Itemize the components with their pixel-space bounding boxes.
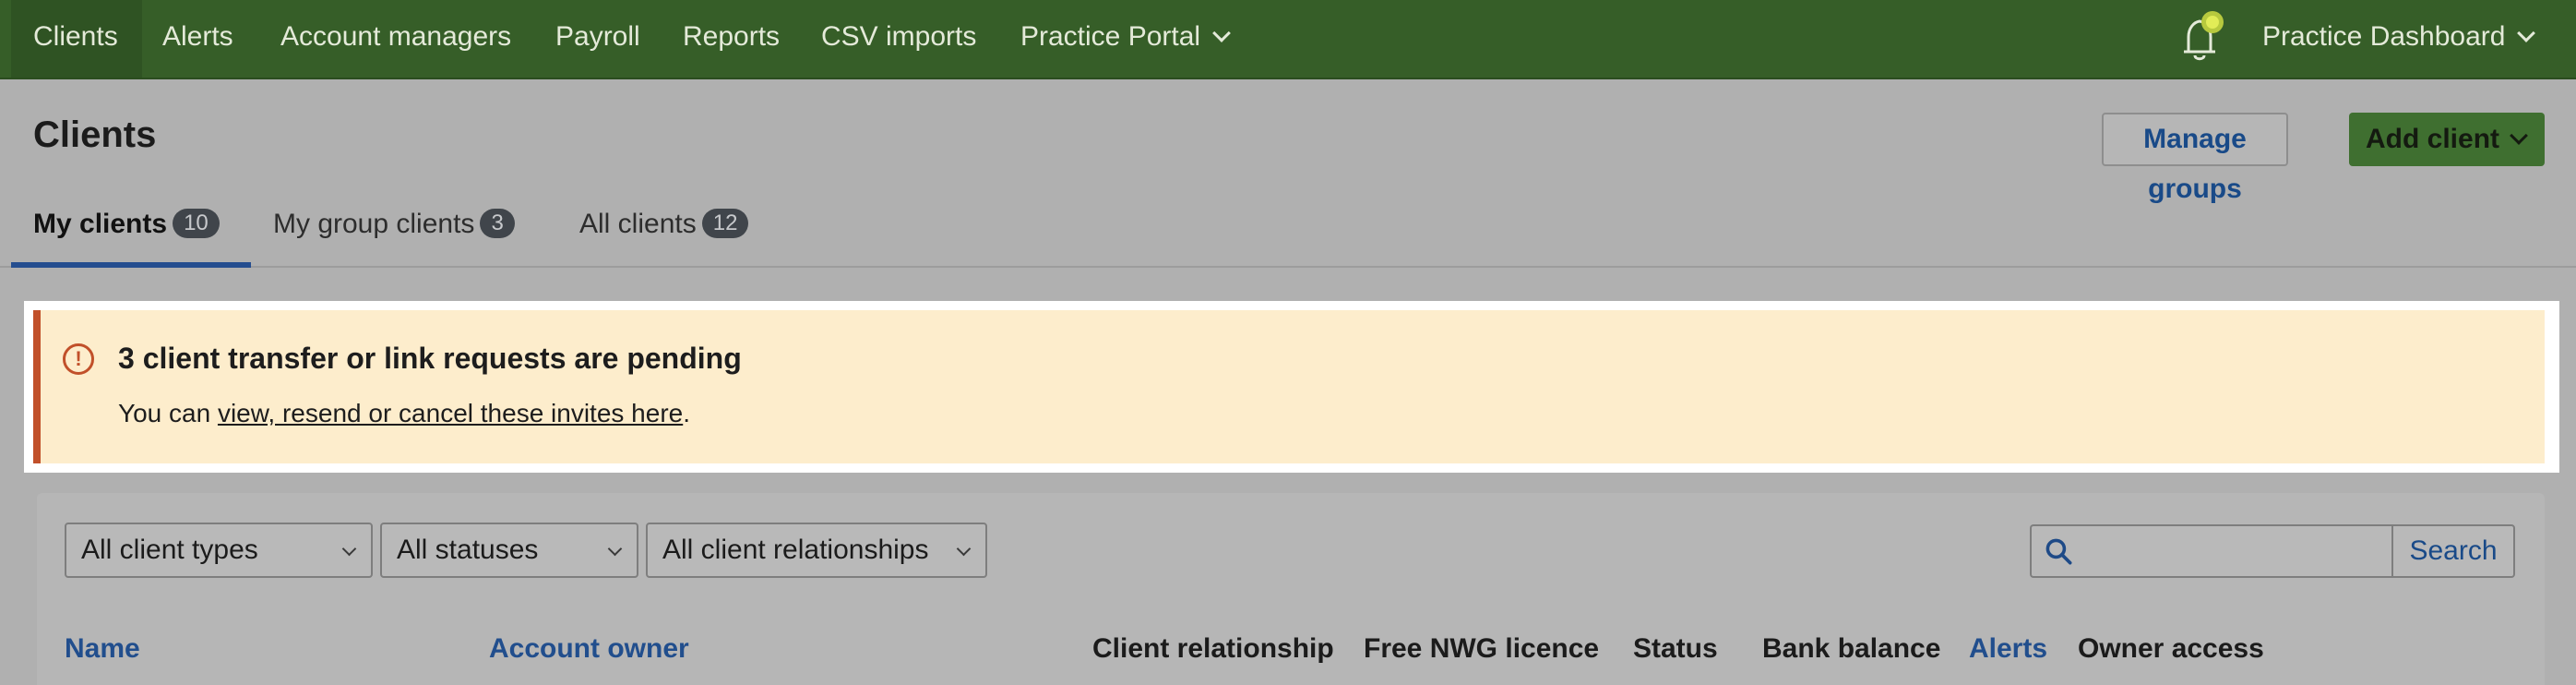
relationship-select[interactable]: All client relationships <box>646 523 987 578</box>
count-badge: 3 <box>480 209 515 238</box>
add-client-button[interactable]: Add client <box>2349 113 2545 166</box>
notification-bell-icon[interactable] <box>2176 9 2231 65</box>
manage-groups-button[interactable]: Manage groups <box>2102 113 2288 204</box>
client-type-select[interactable]: All client types <box>65 523 373 578</box>
column-header-free-licence: Free NWG licence <box>1364 633 1600 664</box>
pending-requests-banner <box>33 310 2545 463</box>
tab-all-clients[interactable]: All clients 12 <box>579 209 749 240</box>
nav-alerts-label: Alerts <box>162 21 233 52</box>
column-header-client-relationship: Client relationship <box>1092 633 1334 664</box>
chevron-down-icon <box>1212 24 1231 42</box>
banner-text-before: You can <box>118 399 218 427</box>
search-input[interactable] <box>2030 524 2393 578</box>
relationship-value: All client relationships <box>662 535 929 565</box>
column-header-bank-balance: Bank balance <box>1762 633 1941 664</box>
nav-account-managers[interactable]: Account managers <box>280 0 511 78</box>
practice-dashboard-menu[interactable]: Practice Dashboard <box>2262 0 2536 78</box>
nav-payroll-label: Payroll <box>555 21 640 52</box>
chevron-down-icon <box>341 541 357 557</box>
search-button[interactable]: Search <box>2391 524 2515 578</box>
tab-my-group-clients[interactable]: My group clients 3 <box>273 209 515 240</box>
chevron-down-icon <box>607 541 623 557</box>
nav-practice-portal[interactable]: Practice Portal <box>1020 0 1231 78</box>
chevron-down-icon <box>956 541 972 557</box>
nav-reports-label: Reports <box>683 21 781 52</box>
column-header-account-owner[interactable]: Account owner <box>489 633 689 665</box>
column-header-alerts[interactable]: Alerts <box>1969 633 2047 665</box>
search-icon <box>2045 538 2072 565</box>
tabs-divider <box>0 266 2576 268</box>
status-select[interactable]: All statuses <box>380 523 638 578</box>
banner-title: 3 client transfer or link requests are p… <box>118 342 742 375</box>
page-title: Clients <box>33 114 157 155</box>
column-header-name[interactable]: Name <box>65 633 140 665</box>
nav-payroll[interactable]: Payroll <box>555 0 640 78</box>
chevron-down-icon <box>2517 24 2536 42</box>
nav-clients[interactable]: Clients <box>11 0 142 78</box>
active-tab-indicator <box>11 262 251 268</box>
view-invites-link[interactable]: view, resend or cancel these invites her… <box>218 399 683 427</box>
column-header-status: Status <box>1633 633 1718 664</box>
nav-practice-portal-label: Practice Portal <box>1020 21 1201 52</box>
status-value: All statuses <box>397 535 539 565</box>
chevron-down-icon <box>2510 126 2528 145</box>
column-header-owner-access: Owner access <box>2078 633 2264 664</box>
nav-alerts[interactable]: Alerts <box>162 0 233 78</box>
practice-dashboard-label: Practice Dashboard <box>2262 21 2506 52</box>
banner-text-after: . <box>683 399 691 427</box>
warning-icon: ! <box>63 343 94 375</box>
count-badge: 12 <box>701 209 749 238</box>
tab-label: All clients <box>579 209 697 239</box>
top-nav: Clients Alerts Account managers Payroll … <box>0 0 2576 79</box>
nav-account-managers-label: Account managers <box>280 21 512 52</box>
count-badge: 10 <box>173 209 220 238</box>
add-client-label: Add client <box>2366 124 2500 154</box>
tab-label: My clients <box>33 209 168 239</box>
client-type-value: All client types <box>81 535 258 565</box>
nav-csv-imports-label: CSV imports <box>821 21 977 52</box>
nav-reports[interactable]: Reports <box>683 0 780 78</box>
nav-csv-imports[interactable]: CSV imports <box>821 0 976 78</box>
tab-my-clients[interactable]: My clients 10 <box>33 209 220 240</box>
banner-text: You can view, resend or cancel these inv… <box>118 399 690 428</box>
tab-label: My group clients <box>273 209 475 239</box>
nav-clients-label: Clients <box>33 21 118 52</box>
